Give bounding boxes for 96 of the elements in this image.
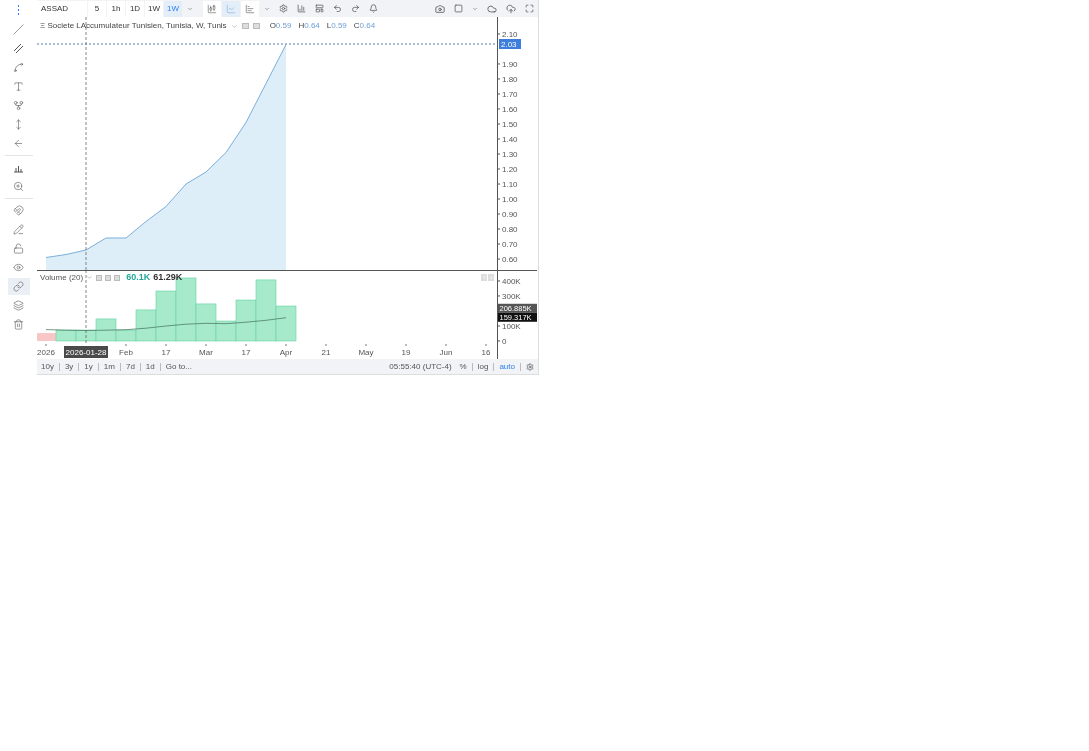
price-axis-label: 0.90 — [502, 210, 518, 220]
volume-axis-label: 300K — [502, 291, 521, 301]
ohlc-value: 0.64 — [359, 22, 376, 30]
price-axis-label: 0.80 — [502, 225, 518, 235]
ohlc-value: 0.59 — [275, 22, 292, 30]
parallel-lines-icon — [13, 43, 24, 54]
time-axis-label: 2026 — [37, 348, 55, 357]
crosshair-date-label: 2026-01-28 — [64, 346, 108, 358]
time-axis-label: May — [358, 348, 374, 357]
candlestick-icon — [207, 3, 217, 14]
indicator-value: 61.29K — [153, 273, 183, 282]
price-axis-label: 1.00 — [502, 195, 518, 204]
price-axis-label: 0.60 — [502, 255, 518, 265]
ohlc-label: O — [269, 22, 276, 30]
indicator-title: Volume (20) — [40, 273, 84, 282]
range-button[interactable]: 10y — [41, 360, 54, 373]
volume-axis-label: 0 — [502, 337, 507, 346]
range-button[interactable]: 7d — [125, 360, 135, 373]
range-button[interactable]: 3y — [64, 360, 74, 373]
time-axis-label: 19 — [401, 348, 411, 357]
ohlc-value: 0.64 — [304, 22, 320, 30]
arrow-left-icon — [13, 138, 24, 149]
chart-style-button[interactable] — [241, 0, 259, 17]
chart-style-button[interactable] — [203, 0, 221, 17]
range-button[interactable]: 1d — [145, 360, 155, 373]
volume-axis-label: 100K — [502, 322, 521, 331]
caret-icon — [264, 5, 270, 12]
scale-option-button[interactable]: % — [459, 360, 467, 373]
time-axis-label: Mar — [199, 348, 213, 357]
interval-button[interactable]: 5 — [88, 0, 106, 17]
bell-icon — [369, 4, 378, 13]
price-axis-label: 1.30 — [502, 150, 518, 159]
time-axis-label: Jun — [439, 348, 453, 357]
cloud-upload-icon — [506, 3, 516, 14]
time-axis-label: 21 — [321, 348, 331, 357]
scale-option-button[interactable]: auto — [499, 360, 515, 373]
caret-icon[interactable] — [230, 22, 238, 30]
line-chart-icon — [226, 3, 236, 14]
price-axis-label: 1.50 — [502, 120, 518, 129]
text-icon — [13, 81, 24, 92]
price-axis-label: 1.70 — [502, 90, 518, 99]
time-readout: 05:55:40 (UTC-4) — [389, 360, 452, 373]
measure-icon — [13, 119, 24, 130]
ohlc-label: C — [353, 22, 360, 30]
time-axis-label: 17 — [161, 348, 171, 357]
price-axis-label: 1.20 — [502, 165, 518, 174]
interval-button[interactable]: 1D — [126, 0, 144, 17]
price-axis-label: 1.10 — [502, 180, 518, 189]
time-axis-label: Apr — [279, 348, 293, 357]
price-axis-label: 1.80 — [502, 74, 518, 84]
bar-chart-icon — [297, 4, 306, 13]
caret-icon[interactable] — [86, 274, 94, 281]
trash-icon — [13, 319, 24, 330]
ohlc-label: H — [298, 22, 305, 30]
template-icon — [315, 4, 324, 13]
range-button[interactable]: Go to... — [165, 360, 192, 373]
zoom-in-icon — [13, 181, 24, 192]
volume-axis-label: 400K — [502, 276, 521, 286]
lock-icon — [13, 243, 24, 254]
magnet-icon — [13, 205, 24, 216]
ohlc-label: L — [326, 22, 332, 30]
price-axis-label: 1.90 — [502, 59, 518, 69]
last-price-label: 2.03 — [499, 39, 521, 49]
redo-icon — [351, 4, 360, 13]
chart-style-button[interactable] — [222, 0, 240, 17]
time-axis-label: 17 — [241, 348, 251, 357]
cloud-icon — [487, 3, 497, 14]
curve-icon — [13, 62, 24, 73]
ohlc-value: 0.59 — [331, 22, 347, 30]
price-axis-label: 0.70 — [502, 240, 518, 250]
undo-icon — [333, 4, 342, 13]
link-icon — [13, 281, 24, 292]
interval-button[interactable]: 1h — [107, 0, 125, 17]
bars-icon — [245, 3, 255, 14]
price-axis-label: 2.10 — [502, 29, 518, 39]
link-tool-button[interactable] — [7, 278, 30, 295]
symbol-field[interactable]: ASSAD — [37, 0, 87, 17]
pencil-icon — [13, 224, 24, 235]
scale-option-button[interactable]: log — [477, 360, 489, 373]
range-button[interactable]: 1y — [84, 360, 93, 373]
square-icon — [454, 4, 463, 13]
time-axis-label: 16 — [481, 348, 491, 357]
caret-icon — [472, 5, 478, 12]
indicator-value: 60.1K — [126, 273, 151, 282]
camera-icon — [435, 3, 445, 14]
symbol-title: Ξ Societe LAccumulateur Tunisien, Tunisia, W, Tunis — [40, 22, 227, 30]
price-axis-label: 1.40 — [502, 135, 518, 144]
range-button[interactable]: 1m — [103, 360, 115, 373]
fullscreen-icon — [525, 4, 534, 13]
interval-button[interactable]: 1W — [145, 0, 163, 17]
line-icon — [13, 24, 24, 35]
pattern-icon — [13, 100, 24, 111]
caret-icon — [187, 5, 193, 12]
price-axis-label: 1.60 — [502, 105, 518, 114]
layers-icon — [13, 300, 24, 311]
time-axis-label: Feb — [119, 348, 133, 357]
